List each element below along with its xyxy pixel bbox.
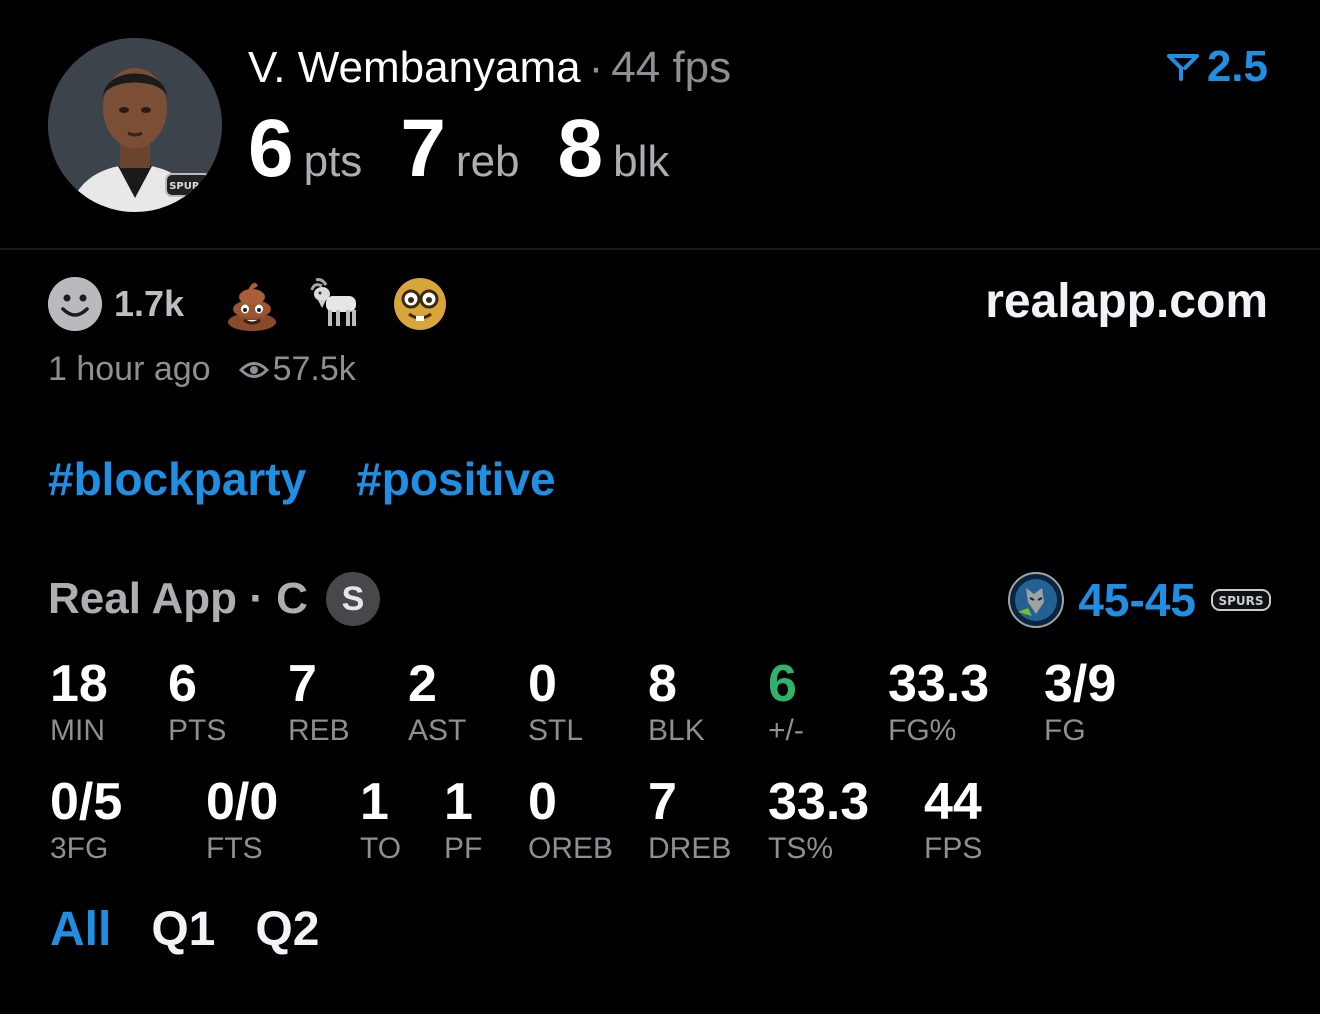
tab-q2[interactable]: Q2 (255, 902, 319, 957)
hashtag-blockparty[interactable]: #blockparty (48, 452, 306, 506)
stat-value: 6 (168, 655, 197, 713)
timberwolves-logo-icon (1008, 572, 1065, 628)
player-header: SPURS V. Wembanyama · 44 fps 2.5 6 pts 7 reb… (0, 0, 1320, 250)
stat-value: 33.3 (888, 655, 990, 713)
period-tabs: All Q1 Q2 (50, 902, 319, 957)
stat-label: FG% (888, 714, 957, 747)
stat-label: PTS (168, 714, 227, 747)
headline-reb-value: 7 (400, 103, 446, 194)
stat-value: 0/0 (206, 773, 279, 831)
stat-fg: 3/9 FG (1044, 656, 1116, 750)
svg-text:SPURS: SPURS (1218, 594, 1263, 608)
nerd-emoji[interactable] (392, 276, 448, 332)
view-count: 57.5k (272, 350, 356, 388)
stat-value: 1 (360, 773, 389, 831)
stat-label: FTS (206, 832, 263, 865)
team-label: Real App · C (48, 574, 308, 623)
stat-label: 3FG (50, 832, 109, 865)
stat-label: REB (288, 714, 350, 747)
stat-ast: 2 AST (408, 656, 466, 750)
stat-value: 7 (648, 773, 677, 831)
stat-fts: 0/0 FTS (206, 774, 278, 868)
player-title: V. Wembanyama · 44 fps (248, 40, 731, 96)
score: 45-45 (1078, 574, 1196, 626)
game-score[interactable]: 45-45 SPURS (1008, 572, 1272, 628)
stat-value: 0/5 (50, 773, 123, 831)
stat-label: BLK (648, 714, 705, 747)
stat-value: 33.3 (768, 773, 870, 831)
hashtags: #blockparty #positive (48, 452, 556, 506)
prediction-line[interactable]: 2.5 (1166, 42, 1268, 92)
separator: · (588, 43, 604, 92)
stat-fps: 44 FPS (924, 774, 982, 868)
team-row: Real App · C S (48, 572, 380, 626)
hashtag-positive[interactable]: #positive (356, 452, 555, 506)
tab-all[interactable]: All (50, 902, 111, 957)
stat-label: MIN (50, 714, 105, 747)
stat-3fg: 0/5 3FG (50, 774, 122, 868)
stat-label: STL (528, 714, 584, 747)
headline-reb-label: reb (455, 137, 520, 186)
player-photo: SPURS (48, 38, 222, 212)
stat-label: DREB (648, 832, 732, 865)
position-badge: S (325, 572, 380, 626)
stat-value: 7 (288, 655, 317, 713)
stat-label: TO (360, 832, 402, 865)
player-fps: 44 fps (611, 43, 732, 92)
stat-pts: 6 PTS (168, 656, 226, 750)
reactions-bar: 1.7k (48, 276, 476, 332)
stat-value: 0 (528, 655, 557, 713)
stat-reb: 7 REB (288, 656, 350, 750)
stat-ts-pct: 33.3 TS% (768, 774, 869, 868)
stat-value: 8 (648, 655, 677, 713)
stat-value: 1 (444, 773, 473, 831)
headline-blk-label: blk (613, 137, 670, 186)
headline-pts-value: 6 (248, 103, 294, 194)
stat-label: FG (1044, 714, 1086, 747)
spurs-logo-icon: SPURS (1211, 589, 1271, 611)
goat-emoji[interactable] (308, 276, 364, 332)
funnel-icon (1166, 54, 1199, 81)
stat-value: 6 (768, 655, 797, 713)
stat-value: 3/9 (1044, 655, 1117, 713)
stat-value: 2 (408, 655, 437, 713)
stat-value: 0 (528, 773, 557, 831)
stat-label: OREB (528, 832, 614, 865)
stat-label: AST (408, 714, 467, 747)
stat-stl: 0 STL (528, 656, 583, 750)
tab-q1[interactable]: Q1 (151, 902, 215, 957)
stat-to: 1 TO (360, 774, 401, 868)
eye-icon (238, 361, 269, 378)
stat-value: 44 (924, 773, 982, 831)
player-avatar[interactable]: SPURS (48, 38, 222, 212)
stat-label: FPS (924, 832, 983, 865)
stat-label: PF (444, 832, 483, 865)
stat-oreb: 0 OREB (528, 774, 613, 868)
line-value: 2.5 (1206, 42, 1268, 91)
stat-fg-pct: 33.3 FG% (888, 656, 989, 750)
stat-pf: 1 PF (444, 774, 482, 868)
site-link[interactable]: realapp.com (985, 274, 1268, 329)
stat-blk: 8 BLK (648, 656, 705, 750)
post-meta: 1 hour ago 57.5k (48, 350, 356, 389)
stat-plus-minus: 6 +/- (768, 656, 804, 750)
stat-label: +/- (768, 714, 804, 747)
stat-dreb: 7 DREB (648, 774, 731, 868)
post-time: 1 hour ago (48, 350, 211, 388)
poop-emoji[interactable] (224, 276, 280, 332)
stat-min: 18 MIN (50, 656, 108, 750)
headline-pts-label: pts (303, 137, 363, 186)
svg-text:SPURS: SPURS (169, 181, 207, 192)
player-name[interactable]: V. Wembanyama (248, 43, 581, 92)
stat-value: 18 (50, 655, 108, 713)
headline-stats: 6 pts 7 reb 8 blk (248, 104, 707, 194)
reaction-count: 1.7k (114, 283, 185, 324)
headline-blk-value: 8 (557, 103, 604, 194)
stat-label: TS% (768, 832, 834, 865)
smiley-icon[interactable] (48, 277, 102, 331)
